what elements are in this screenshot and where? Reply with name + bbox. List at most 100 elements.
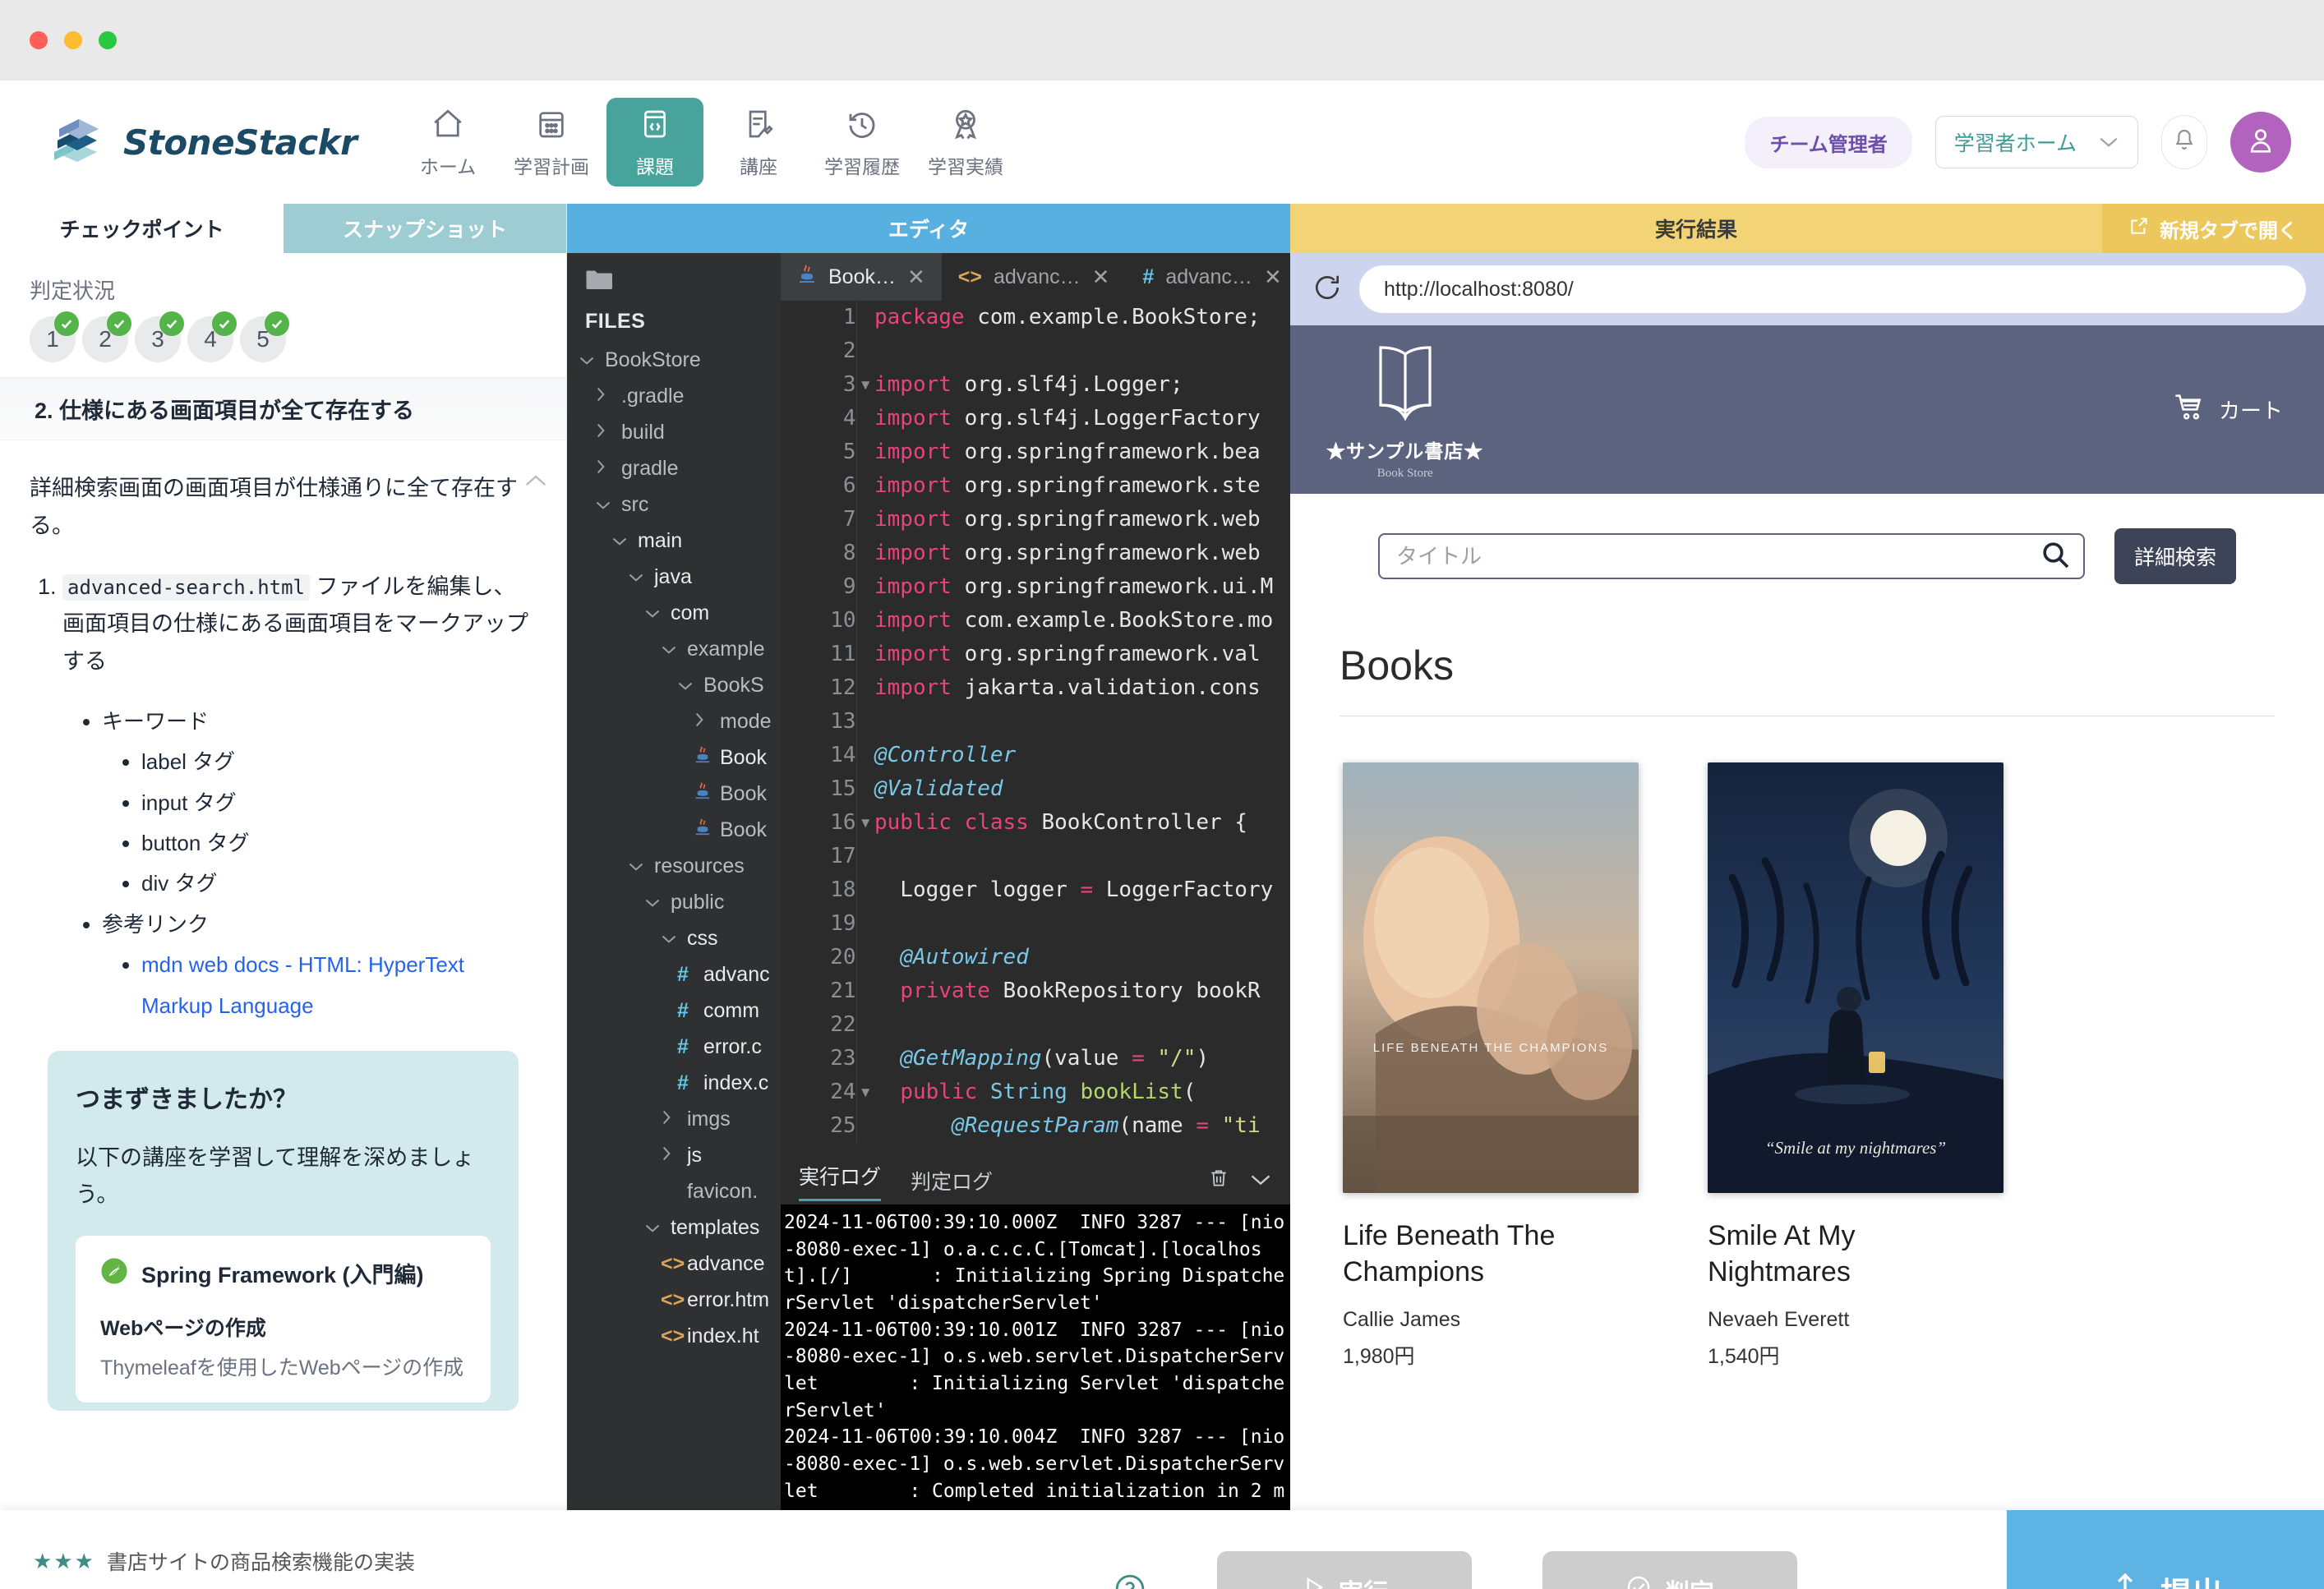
magnifier-icon[interactable] <box>2039 538 2072 575</box>
avatar[interactable] <box>2230 112 2291 173</box>
nav-item-plan[interactable]: 学習計画 <box>503 98 600 187</box>
fold-marker[interactable] <box>856 604 874 638</box>
file-tree-item[interactable]: gradle <box>567 450 781 486</box>
open-new-tab-button[interactable]: 新規タブで開く <box>2102 204 2324 253</box>
fold-marker[interactable] <box>856 840 874 873</box>
team-admin-badge[interactable]: チーム管理者 <box>1745 116 1912 168</box>
course-card[interactable]: Spring Framework (入門編) Webページの作成 Thymele… <box>76 1236 491 1403</box>
book-card[interactable]: LIFE BENEATH THE CHAMPIONS Life Beneath … <box>1343 762 1639 1370</box>
judge-chip[interactable]: 2 <box>82 311 131 362</box>
judge-chip[interactable]: 3 <box>135 311 184 362</box>
role-select[interactable]: 学習者ホーム <box>1934 116 2138 168</box>
fold-marker[interactable] <box>856 772 874 806</box>
file-tree-item[interactable]: java <box>567 559 781 595</box>
code-tab-bookcontroller[interactable]: Book… ✕ <box>781 253 942 301</box>
file-tree-item[interactable]: # error.c <box>567 1029 781 1065</box>
fold-marker[interactable] <box>856 941 874 974</box>
search-box[interactable] <box>1377 533 2085 579</box>
judge-chip[interactable]: 5 <box>240 311 289 362</box>
fold-marker[interactable] <box>856 671 874 705</box>
close-icon[interactable]: ✕ <box>1264 265 1282 290</box>
file-tree-item[interactable]: Book <box>567 776 781 812</box>
search-input[interactable] <box>1395 543 2039 569</box>
window-close-button[interactable] <box>30 31 48 49</box>
file-tree-item[interactable]: build <box>567 414 781 450</box>
file-tree-item[interactable]: templates <box>567 1209 781 1246</box>
trash-icon[interactable] <box>1208 1167 1229 1195</box>
window-minimize-button[interactable] <box>64 31 82 49</box>
tab-snapshot[interactable]: スナップショット <box>284 204 566 253</box>
site-logo[interactable]: ★サンプル書店★ Book Store <box>1326 339 1483 481</box>
window-maximize-button[interactable] <box>99 31 117 49</box>
fold-marker[interactable]: ▾ <box>856 1075 874 1109</box>
judge-chip[interactable]: 4 <box>187 311 237 362</box>
chevron-down-icon[interactable] <box>1249 1169 1272 1193</box>
file-tree-item[interactable]: # advanc <box>567 956 781 993</box>
tab-editor[interactable]: エディタ <box>567 204 1290 253</box>
fold-marker[interactable] <box>856 537 874 570</box>
fold-marker[interactable]: ▾ <box>856 368 874 402</box>
judge-button[interactable]: 判定 <box>1542 1551 1797 1589</box>
file-tree-item[interactable]: com <box>567 595 781 631</box>
fold-marker[interactable] <box>856 974 874 1008</box>
file-tree-item[interactable]: favicon. <box>567 1173 781 1209</box>
tab-judge-log[interactable]: 判定ログ <box>911 1166 993 1195</box>
close-icon[interactable]: ✕ <box>1092 265 1110 290</box>
submit-button[interactable]: 提出 <box>2007 1510 2324 1589</box>
mdn-link[interactable]: mdn web docs - HTML: HyperText Markup La… <box>141 952 464 1017</box>
fold-marker[interactable] <box>856 301 874 334</box>
file-tree-item[interactable]: src <box>567 486 781 523</box>
file-tree-item[interactable]: imgs <box>567 1101 781 1137</box>
file-tree-item[interactable]: Book <box>567 739 781 776</box>
judge-chip[interactable]: 1 <box>30 311 79 362</box>
fold-marker[interactable] <box>856 1042 874 1075</box>
file-tree-item[interactable]: mode <box>567 703 781 739</box>
notification-bell-button[interactable] <box>2161 115 2207 169</box>
file-tree-item[interactable]: <> advance <box>567 1246 781 1282</box>
file-tree-item[interactable]: # index.c <box>567 1065 781 1101</box>
tab-result[interactable]: 実行結果 <box>1290 204 2102 253</box>
fold-marker[interactable]: ▾ <box>856 806 874 840</box>
code-tab-advanced-html[interactable]: <> advanc… ✕ <box>942 253 1127 301</box>
fold-marker[interactable] <box>856 503 874 537</box>
tab-run-log[interactable]: 実行ログ <box>799 1161 882 1201</box>
reload-icon[interactable] <box>1312 272 1343 307</box>
file-tree-item[interactable]: public <box>567 884 781 920</box>
fold-marker[interactable] <box>856 705 874 739</box>
collapse-chevron-icon[interactable] <box>523 473 548 492</box>
fold-marker[interactable] <box>856 334 874 368</box>
fold-marker[interactable] <box>856 570 874 604</box>
file-tree-item[interactable]: <> index.ht <box>567 1318 781 1354</box>
fold-marker[interactable] <box>856 435 874 469</box>
cart-button[interactable]: カート <box>2173 390 2283 429</box>
file-tree-item[interactable]: css <box>567 920 781 956</box>
fold-marker[interactable] <box>856 739 874 772</box>
nav-item-course[interactable]: 講座 <box>710 98 807 187</box>
file-tree-item[interactable]: Book <box>567 812 781 848</box>
book-card[interactable]: “Smile at my nightmares” Smile At My Nig… <box>1708 762 2004 1370</box>
fold-marker[interactable] <box>856 469 874 503</box>
nav-item-history[interactable]: 学習履歴 <box>814 98 911 187</box>
folder-icon[interactable] <box>585 270 615 296</box>
fold-marker[interactable] <box>856 1109 874 1143</box>
fold-marker[interactable] <box>856 907 874 941</box>
nav-item-assignment[interactable]: 課題 <box>606 98 703 187</box>
help-circle-icon[interactable] <box>1114 1573 1146 1589</box>
file-tree-item[interactable]: .gradle <box>567 378 781 414</box>
tab-checkpoint[interactable]: チェックポイント <box>0 204 284 253</box>
file-tree-item[interactable]: main <box>567 523 781 559</box>
file-tree-item[interactable]: BookStore <box>567 342 781 378</box>
brand-logo[interactable]: StoneStackr <box>46 113 399 172</box>
file-tree-item[interactable]: example <box>567 631 781 667</box>
checkpoint-header[interactable]: 2. 仕様にある画面項目が全て存在する <box>0 377 566 440</box>
file-tree-item[interactable]: js <box>567 1137 781 1173</box>
close-icon[interactable]: ✕ <box>907 265 925 290</box>
file-tree-item[interactable]: # comm <box>567 993 781 1029</box>
run-button[interactable]: 実行 <box>1217 1551 1472 1589</box>
file-tree-item[interactable]: resources <box>567 848 781 884</box>
nav-item-achievement[interactable]: 学習実績 <box>917 98 1014 187</box>
fold-marker[interactable] <box>856 638 874 671</box>
fold-marker[interactable] <box>856 1008 874 1042</box>
url-input[interactable]: http://localhost:8080/ <box>1359 265 2306 313</box>
file-tree-item[interactable]: BookS <box>567 667 781 703</box>
